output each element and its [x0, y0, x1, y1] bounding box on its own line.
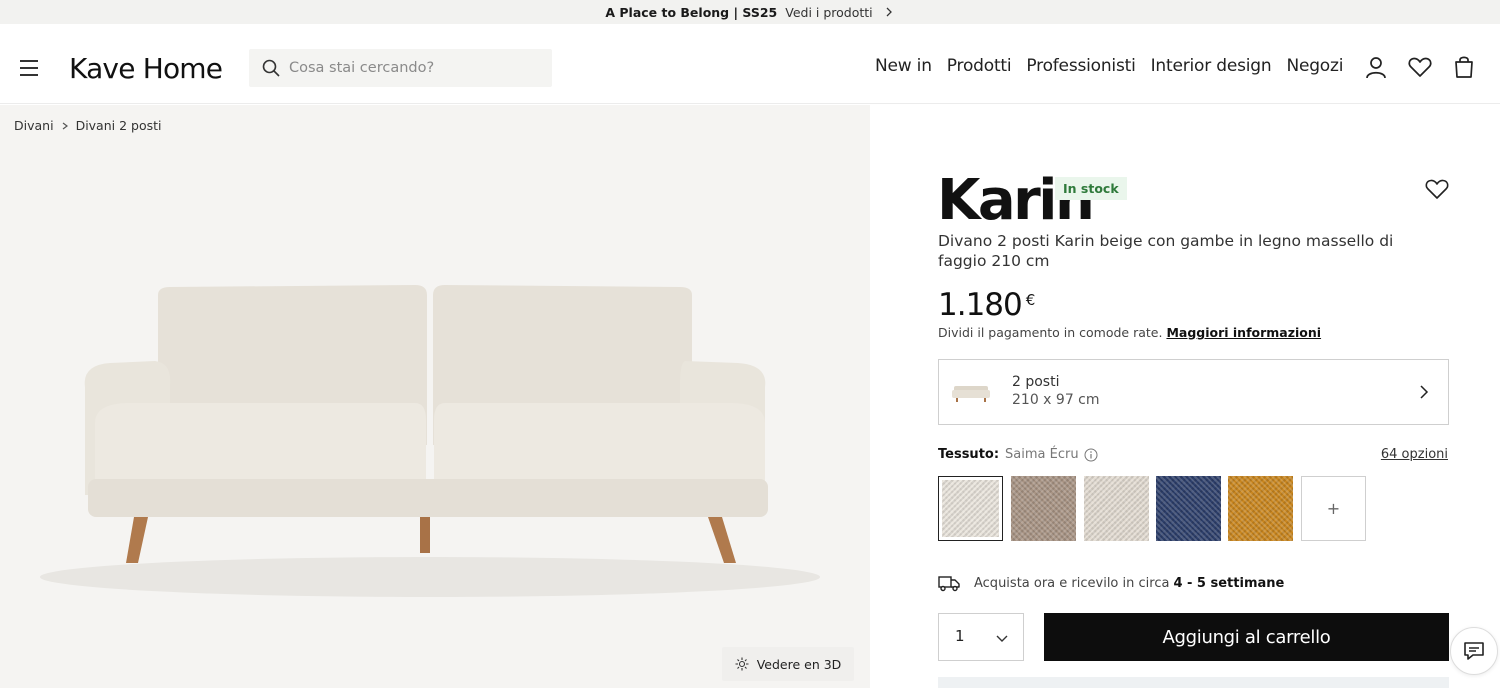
installments-link[interactable]: Maggiori informazioni — [1166, 325, 1321, 340]
announcement-link[interactable]: Vedi i prodotti — [785, 5, 872, 20]
fabric-swatch[interactable] — [938, 476, 1003, 541]
installments-text: Dividi il pagamento in comode rate. — [938, 325, 1163, 340]
stock-badge: In stock — [1055, 177, 1127, 200]
size-selector[interactable]: 2 posti 210 x 97 cm — [938, 359, 1449, 425]
more-fabrics-button[interactable]: + — [1301, 476, 1366, 541]
fabric-texture — [1084, 476, 1149, 541]
wishlist-heart-icon[interactable] — [1424, 176, 1450, 202]
product-image[interactable] — [30, 255, 830, 635]
delivery-eta: 4 - 5 settimane — [1173, 575, 1285, 591]
site-header: Kave Home New in Prodotti Professionisti… — [0, 32, 1500, 104]
search-icon — [262, 59, 280, 77]
breadcrumb-divani[interactable]: Divani — [14, 118, 54, 133]
search-input[interactable] — [289, 49, 539, 87]
product-gallery: Divani Divani 2 posti Vedere en 3D — [0, 105, 870, 688]
fabric-label-row: Tessuto: Saima Écru — [938, 447, 1098, 462]
fabric-options-link[interactable]: 64 opzioni — [1381, 447, 1448, 462]
delivery-text: Acquista ora e ricevilo in circa — [974, 575, 1170, 591]
fabric-texture — [942, 480, 999, 537]
fabric-texture — [1228, 476, 1293, 541]
fabric-selected: Saima Écru — [1005, 447, 1079, 462]
product-description: Divano 2 posti Karin beige con gambe in … — [938, 232, 1394, 270]
chevron-down-icon — [996, 635, 1008, 642]
info-icon[interactable] — [1084, 448, 1098, 462]
price: 1.180 € — [938, 287, 1035, 323]
fabric-swatch[interactable] — [1011, 476, 1076, 541]
quantity-select[interactable]: 1 — [938, 613, 1024, 661]
breadcrumb: Divani Divani 2 posti — [14, 118, 161, 133]
price-value: 1.180 — [938, 287, 1023, 323]
nav-negozi[interactable]: Negozi — [1286, 56, 1343, 76]
delivery-info: Acquista ora e ricevilo in circa 4 - 5 se… — [938, 574, 1284, 592]
user-icon[interactable] — [1363, 54, 1389, 80]
announcement-bar: A Place to Belong | SS25 Vedi i prodotti — [0, 0, 1500, 24]
menu-icon[interactable] — [20, 60, 40, 76]
secondary-banner — [938, 677, 1449, 688]
nav-new-in[interactable]: New in — [875, 56, 932, 76]
logo[interactable]: Kave Home — [69, 52, 223, 85]
size-dimensions: 210 x 97 cm — [1012, 392, 1100, 408]
chat-icon — [1464, 642, 1484, 660]
view-3d-button[interactable]: Vedere en 3D — [722, 647, 854, 681]
chevron-right-icon — [1420, 385, 1429, 399]
nav-interior-design[interactable]: Interior design — [1151, 56, 1272, 76]
fabric-texture — [1011, 476, 1076, 541]
3d-icon — [735, 657, 749, 671]
currency: € — [1025, 291, 1035, 309]
heart-icon[interactable] — [1407, 54, 1433, 80]
quantity-value: 1 — [955, 627, 965, 645]
plus-icon: + — [1326, 499, 1341, 518]
chevron-right-icon — [62, 122, 68, 129]
size-label: 2 posti — [1012, 374, 1060, 390]
chat-button[interactable] — [1450, 627, 1498, 675]
view-3d-label: Vedere en 3D — [756, 656, 842, 672]
fabric-swatch[interactable] — [1228, 476, 1293, 541]
sofa-thumbnail-icon — [952, 386, 990, 402]
installments: Dividi il pagamento in comode rate. Maggi… — [938, 325, 1321, 340]
fabric-texture — [1156, 476, 1221, 541]
cart-icon[interactable] — [1451, 54, 1477, 80]
breadcrumb-divani-2-posti[interactable]: Divani 2 posti — [76, 118, 162, 133]
search-bar[interactable] — [249, 49, 552, 87]
nav-professionisti[interactable]: Professionisti — [1026, 56, 1135, 76]
announcement-headline: A Place to Belong | SS25 — [605, 4, 778, 20]
fabric-label: Tessuto: — [938, 447, 1000, 462]
chevron-right-icon[interactable] — [883, 6, 895, 18]
fabric-swatch[interactable] — [1084, 476, 1149, 541]
truck-icon — [938, 576, 960, 592]
nav-prodotti[interactable]: Prodotti — [947, 56, 1012, 76]
add-to-cart-button[interactable]: Aggiungi al carrello — [1044, 613, 1449, 661]
fabric-swatch[interactable] — [1156, 476, 1221, 541]
main-nav: New in Prodotti Professionisti Interior … — [875, 56, 1358, 76]
